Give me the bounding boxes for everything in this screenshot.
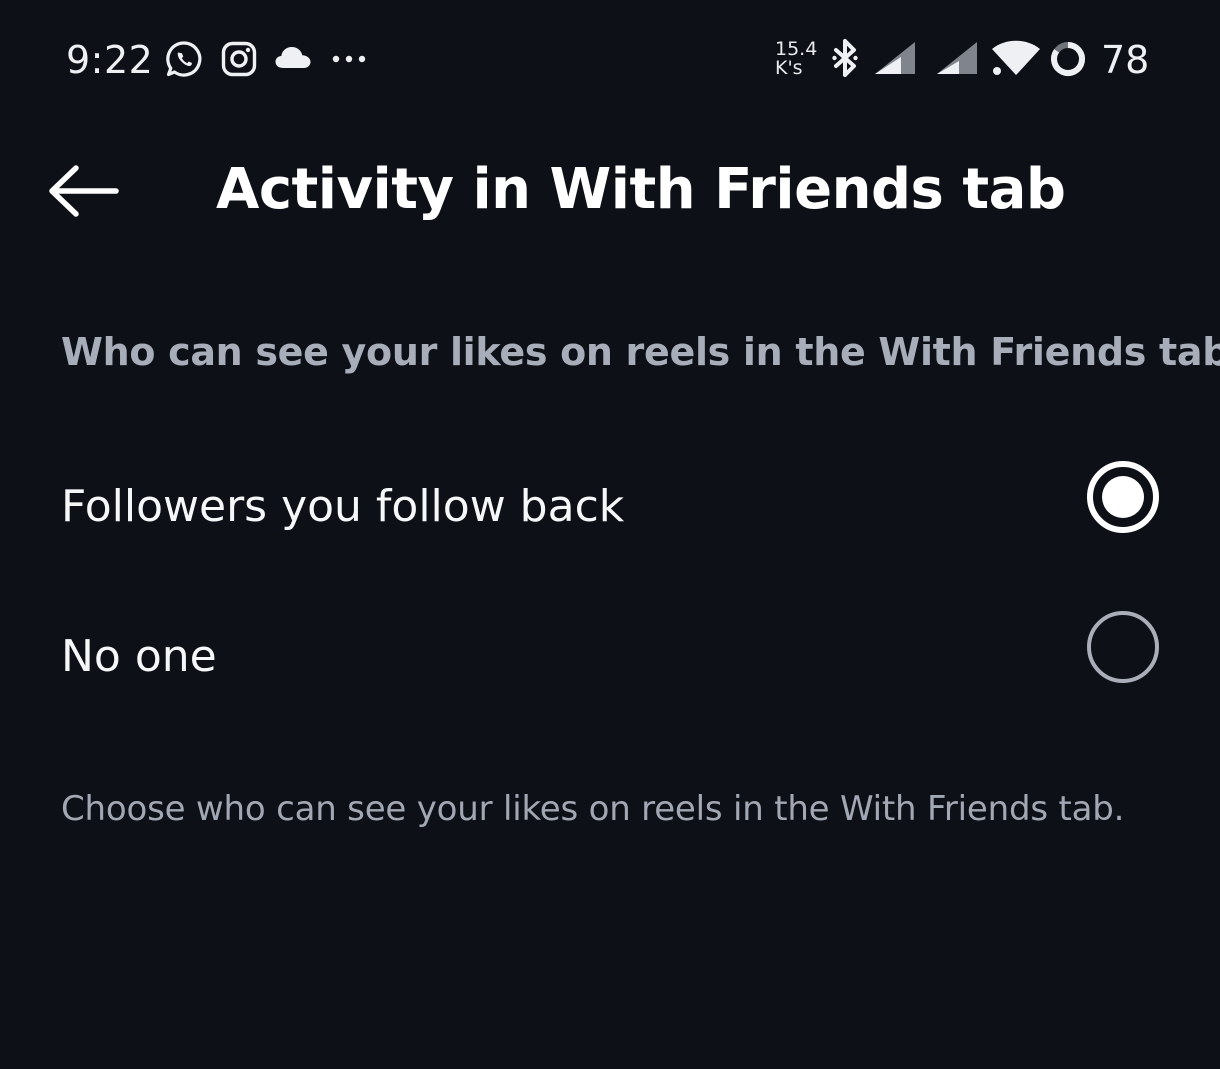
- footer-note: Choose who can see your likes on reels i…: [61, 789, 1125, 829]
- battery-level: 78: [1101, 38, 1150, 82]
- status-bar: 9:22 15.4 K's 78: [0, 0, 1220, 120]
- option-label: Followers you follow back: [61, 481, 625, 532]
- battery-ring-icon: [1051, 42, 1086, 76]
- radio-button-selected[interactable]: [1087, 461, 1159, 533]
- bluetooth-icon: [832, 39, 858, 77]
- arrow-left-icon: [49, 165, 119, 217]
- option-followers-you-follow-back[interactable]: Followers you follow back: [0, 447, 1220, 567]
- section-heading: Who can see your likes on reels in the W…: [61, 330, 1220, 374]
- signal-icon: [875, 42, 915, 74]
- page-title: Activity in With Friends tab: [216, 157, 1066, 222]
- back-button[interactable]: [36, 156, 132, 226]
- network-speed-unit: K's: [775, 57, 803, 79]
- status-time: 9:22: [66, 38, 154, 82]
- more-notifications-icon: [332, 55, 366, 63]
- radio-dot: [1102, 476, 1144, 518]
- cloud-icon: [275, 47, 311, 68]
- radio-button-unselected[interactable]: [1087, 611, 1159, 683]
- app-header: Activity in With Friends tab: [0, 140, 1220, 240]
- instagram-icon: [221, 41, 257, 77]
- signal-icon: [937, 42, 977, 74]
- network-speed: 15.4 K's: [775, 40, 827, 78]
- option-label: No one: [61, 631, 217, 682]
- wifi-icon: [992, 40, 1040, 75]
- whatsapp-icon: [166, 41, 202, 77]
- option-no-one[interactable]: No one: [0, 597, 1220, 717]
